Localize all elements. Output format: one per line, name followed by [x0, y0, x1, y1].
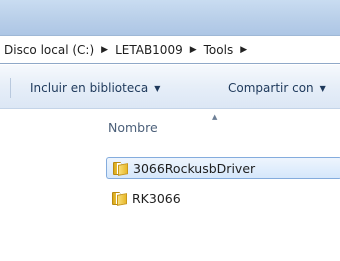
list-item-label: 3066RockusbDriver	[133, 160, 256, 176]
folder-icon	[112, 191, 127, 206]
folder-icon	[113, 161, 128, 176]
chevron-down-icon: ▼	[319, 83, 326, 93]
list-item[interactable]: RK3066	[106, 187, 340, 209]
breadcrumb-tools[interactable]: Tools	[201, 43, 237, 57]
sort-ascending-icon: ▲	[212, 113, 218, 121]
share-with-button[interactable]: Compartir con ▼	[228, 79, 326, 97]
file-list-pane: ▲ Nombre 3066RockusbDriver RK3066	[0, 110, 340, 261]
share-with-label: Compartir con	[228, 81, 314, 95]
address-bar[interactable]: Disco local (C:) ▶ LETAB1009 ▶ Tools ▶	[0, 36, 340, 64]
command-toolbar: Incluir en biblioteca ▼ Compartir con ▼	[0, 65, 340, 109]
breadcrumb-arrow-icon[interactable]: ▶	[186, 45, 201, 55]
chevron-down-icon: ▼	[154, 83, 161, 93]
include-in-library-label: Incluir en biblioteca	[30, 81, 149, 95]
list-item[interactable]: 3066RockusbDriver	[106, 157, 340, 179]
breadcrumb-arrow-icon[interactable]: ▶	[97, 45, 112, 55]
breadcrumb-letab1009[interactable]: LETAB1009	[112, 43, 186, 57]
include-in-library-button[interactable]: Incluir en biblioteca ▼	[30, 79, 160, 97]
toolbar-divider	[10, 78, 11, 98]
window-title-bar	[0, 0, 340, 36]
breadcrumb-arrow-icon[interactable]: ▶	[236, 45, 251, 55]
breadcrumb-disco-local[interactable]: Disco local (C:)	[0, 43, 97, 57]
column-header-name[interactable]: Nombre	[108, 120, 158, 135]
list-item-label: RK3066	[132, 190, 181, 206]
